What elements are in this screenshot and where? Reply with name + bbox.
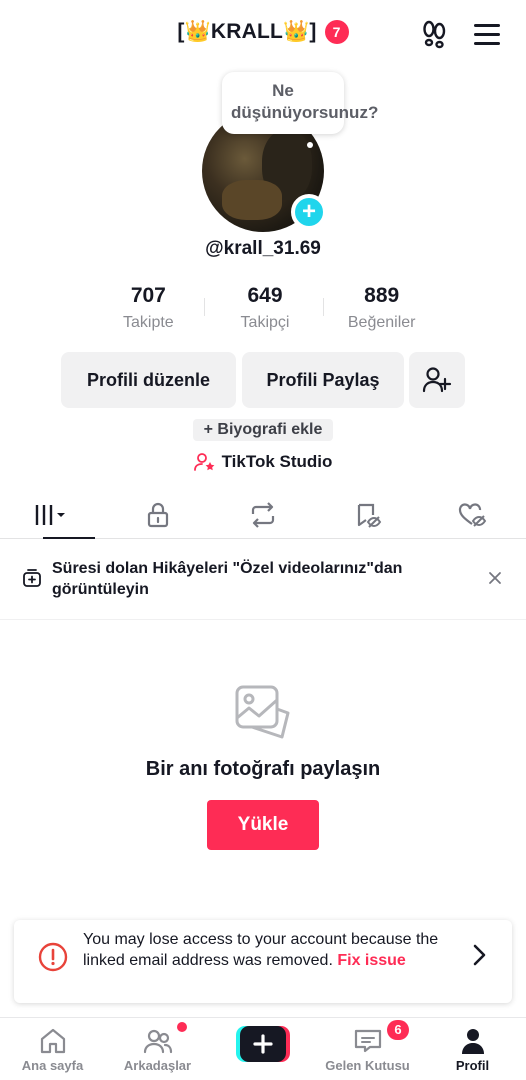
tab-liked[interactable] (420, 492, 525, 538)
nav-home[interactable]: Ana sayfa (0, 1018, 105, 1080)
inbox-icon (354, 1029, 382, 1053)
footprints-icon[interactable] (418, 18, 450, 50)
account-switcher[interactable]: [👑KRALL👑] 7 (177, 20, 349, 44)
tab-videos[interactable] (0, 492, 105, 539)
empty-state-title: Bir anı fotoğrafı paylaşın (145, 758, 381, 780)
alert-message: You may lose access to your account beca… (83, 930, 455, 971)
warning-icon (38, 942, 68, 972)
stat-label: Takipte (122, 314, 174, 331)
status-bubble-text: Ne düşünüyorsunuz? (231, 81, 379, 122)
story-add-icon (22, 568, 42, 588)
notice-text: Süresi dolan Hikâyeleri "Özel videoların… (52, 560, 403, 598)
fix-issue-link[interactable]: Fix issue (337, 952, 405, 969)
stat-value: 707 (130, 284, 166, 307)
stat-label: Beğeniler (347, 314, 416, 331)
edit-profile-button[interactable]: Profili düzenle (61, 352, 236, 408)
tab-favorites[interactable] (315, 492, 420, 538)
repost-icon (251, 502, 274, 528)
nav-profile-label: Profil (455, 1058, 490, 1073)
share-profile-button[interactable]: Profili Paylaş (242, 352, 404, 408)
studio-label: TikTok Studio (221, 452, 333, 471)
stat-divider (204, 298, 205, 316)
close-icon[interactable] (487, 570, 503, 586)
content-tabs (0, 492, 526, 539)
stat-followers[interactable]: 649 Takipçi (207, 284, 324, 340)
profile-title: [👑KRALL👑] (177, 20, 317, 43)
menu-icon[interactable] (472, 20, 502, 48)
stories-notice: Süresi dolan Hikâyeleri "Özel videoların… (0, 540, 526, 620)
stat-likes[interactable]: 889 Beğeniler (323, 284, 440, 340)
nav-friends-label: Arkadaşlar (123, 1058, 192, 1073)
bookmark-hidden-icon (357, 503, 381, 528)
tab-private[interactable] (105, 492, 210, 538)
heart-hidden-icon (458, 503, 486, 527)
tiktok-studio-link[interactable]: TikTok Studio (193, 452, 333, 472)
photo-icon (234, 684, 292, 742)
nav-inbox-label: Gelen Kutusu (325, 1058, 410, 1073)
stat-label: Takipçi (240, 314, 290, 331)
bubble-tail (307, 142, 313, 148)
grid-icon (35, 505, 65, 525)
profile-stats: 707 Takipte 649 Takipçi 889 Beğeniler (90, 284, 440, 340)
tab-reposts[interactable] (210, 492, 315, 538)
stat-value: 649 (247, 284, 283, 307)
upload-button[interactable]: Yükle (207, 800, 319, 850)
add-story-icon[interactable]: + (291, 194, 327, 230)
home-icon (40, 1028, 66, 1054)
stat-value: 889 (364, 284, 400, 307)
add-user-icon (422, 367, 452, 393)
profile-handle: @krall_31.69 (205, 238, 321, 259)
account-alert-card[interactable]: You may lose access to your account beca… (14, 920, 512, 1003)
friends-icon (143, 1029, 173, 1054)
status-bubble[interactable]: Ne düşünüyorsunuz? (222, 72, 379, 134)
nav-inbox[interactable]: 6 Gelen Kutusu (315, 1018, 420, 1080)
nav-friends[interactable]: Arkadaşlar (105, 1018, 210, 1080)
studio-icon (193, 453, 214, 471)
profile-icon (462, 1029, 484, 1054)
notification-badge: 7 (324, 20, 349, 44)
nav-home-label: Ana sayfa (21, 1058, 84, 1073)
nav-profile[interactable]: Profil (420, 1018, 525, 1080)
chevron-right-icon[interactable] (468, 944, 490, 966)
create-plus-icon (236, 1026, 290, 1062)
lock-icon (147, 502, 168, 528)
stat-divider (323, 298, 324, 316)
add-friend-button[interactable] (409, 352, 465, 408)
profile-header: [👑KRALL👑] 7 (0, 0, 526, 66)
stat-following[interactable]: 707 Takipte (90, 284, 207, 340)
friends-notification-dot (177, 1022, 187, 1032)
inbox-count-badge: 6 (387, 1020, 409, 1040)
bottom-nav: Ana sayfa Arkadaşlar 6 Gelen Kutusu Prof… (0, 1017, 526, 1080)
nav-create[interactable] (210, 1018, 315, 1080)
add-bio-button[interactable]: + Biyografi ekle (193, 419, 333, 441)
